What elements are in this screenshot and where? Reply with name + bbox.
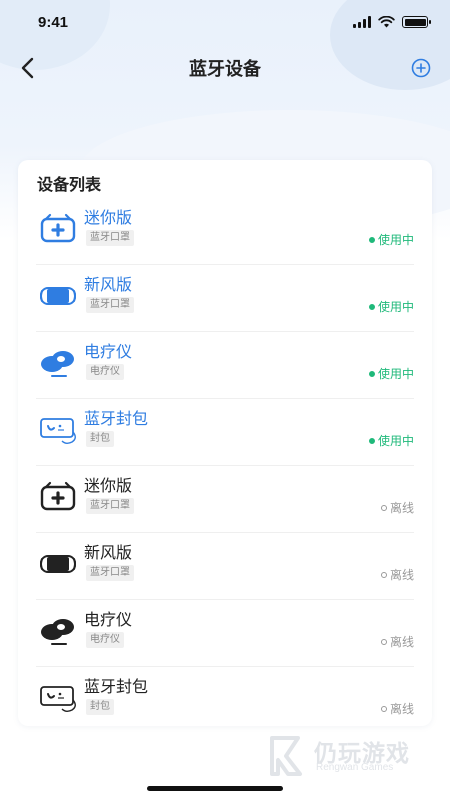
chevron-left-icon	[21, 57, 34, 79]
cellular-signal-icon	[353, 16, 371, 28]
device-name: 蓝牙封包	[84, 679, 149, 696]
therapy-device-icon	[38, 614, 78, 648]
device-type-tag: 蓝牙口罩	[86, 230, 134, 246]
device-name: 迷你版	[84, 210, 133, 227]
device-status: 使用中	[368, 365, 414, 382]
device-status-text: 使用中	[377, 233, 414, 247]
fresh-air-mask-icon	[38, 279, 78, 313]
device-row[interactable]: 蓝牙封包 封包 使用中	[36, 399, 414, 466]
device-status: 离线	[380, 633, 414, 650]
status-dot-icon	[368, 303, 375, 310]
home-indicator[interactable]	[147, 786, 283, 791]
status-dot-icon	[380, 504, 387, 511]
watermark-subtext: Rengwan Games	[316, 762, 394, 773]
bluetooth-pack-icon	[38, 413, 78, 447]
device-type-tag: 封包	[86, 699, 114, 715]
device-status-text: 使用中	[377, 367, 414, 381]
card-title: 设备列表	[37, 177, 102, 194]
device-list: 迷你版 蓝牙口罩 使用中 新风版 蓝牙口罩 使用中 电疗仪 电疗仪 使用中 蓝牙…	[36, 198, 414, 734]
device-status: 离线	[380, 566, 414, 583]
device-type-tag: 蓝牙口罩	[86, 297, 134, 313]
device-type-tag: 电疗仪	[86, 364, 124, 380]
therapy-device-icon	[38, 346, 78, 380]
device-list-card: 设备列表 迷你版 蓝牙口罩 使用中 新风版 蓝牙口罩 使用中 电疗仪 电疗仪 使…	[18, 160, 432, 726]
status-dot-icon	[368, 437, 375, 444]
mini-mask-icon	[38, 212, 78, 246]
device-status: 离线	[380, 700, 414, 717]
device-name: 蓝牙封包	[84, 411, 149, 428]
status-icons	[353, 16, 431, 28]
device-status-text: 使用中	[377, 300, 414, 314]
device-status-text: 离线	[389, 568, 414, 582]
navigation-bar: 蓝牙设备	[0, 48, 450, 88]
device-status-text: 离线	[389, 501, 414, 515]
device-status: 使用中	[368, 432, 414, 449]
status-dot-icon	[380, 571, 387, 578]
add-device-button[interactable]	[410, 57, 432, 79]
bluetooth-pack-icon	[38, 681, 78, 715]
device-status-text: 离线	[389, 702, 414, 716]
device-name: 迷你版	[84, 478, 133, 495]
device-status: 使用中	[368, 231, 414, 248]
device-row[interactable]: 电疗仪 电疗仪 使用中	[36, 332, 414, 399]
device-name: 电疗仪	[84, 612, 133, 629]
back-button[interactable]	[14, 54, 42, 82]
status-dot-icon	[368, 236, 375, 243]
device-type-tag: 蓝牙口罩	[86, 498, 134, 514]
battery-icon	[402, 16, 431, 28]
device-status: 使用中	[368, 298, 414, 315]
device-type-tag: 电疗仪	[86, 632, 124, 648]
device-row[interactable]: 迷你版 蓝牙口罩 离线	[36, 466, 414, 533]
status-dot-icon	[380, 705, 387, 712]
wifi-icon	[378, 16, 395, 28]
device-name: 电疗仪	[84, 344, 133, 361]
device-row[interactable]: 迷你版 蓝牙口罩 使用中	[36, 198, 414, 265]
status-dot-icon	[368, 370, 375, 377]
status-dot-icon	[380, 638, 387, 645]
status-bar: 9:41	[0, 0, 450, 44]
device-name: 新风版	[84, 277, 133, 294]
status-time: 9:41	[38, 13, 69, 31]
page-title: 蓝牙设备	[189, 59, 261, 79]
device-type-tag: 封包	[86, 431, 114, 447]
device-row[interactable]: 新风版 蓝牙口罩 使用中	[36, 265, 414, 332]
device-status: 离线	[380, 499, 414, 516]
watermark-logo-icon	[270, 736, 302, 776]
device-status-text: 离线	[389, 635, 414, 649]
device-name: 新风版	[84, 545, 133, 562]
device-row[interactable]: 新风版 蓝牙口罩 离线	[36, 533, 414, 600]
watermark: 仍玩游戏 Rengwan Games	[268, 732, 438, 782]
device-row[interactable]: 蓝牙封包 封包 离线	[36, 667, 414, 734]
mini-mask-icon	[38, 480, 78, 514]
device-status-text: 使用中	[377, 434, 414, 448]
device-type-tag: 蓝牙口罩	[86, 565, 134, 581]
device-row[interactable]: 电疗仪 电疗仪 离线	[36, 600, 414, 667]
fresh-air-mask-icon	[38, 547, 78, 581]
